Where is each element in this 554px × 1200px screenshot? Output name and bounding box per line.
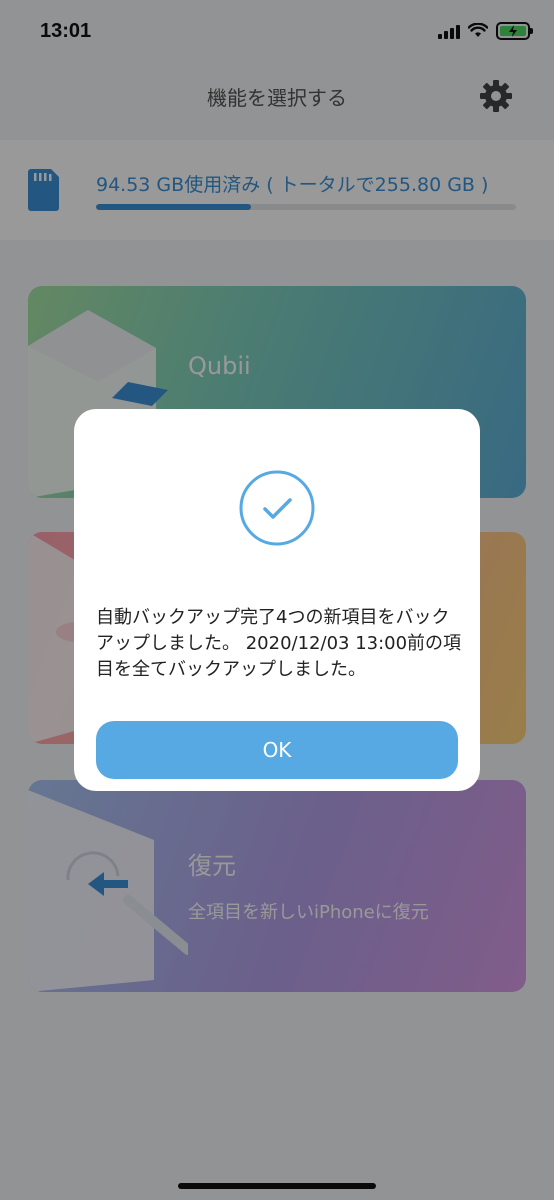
ok-button[interactable]: OK [96,721,458,779]
dialog-message: 自動バックアップ完了4つの新項目をバックアップしました。 2020/12/03 … [96,607,462,680]
backup-complete-dialog: 自動バックアップ完了4つの新項目をバックアップしました。 2020/12/03 … [74,409,480,791]
check-circle-icon [239,470,315,546]
